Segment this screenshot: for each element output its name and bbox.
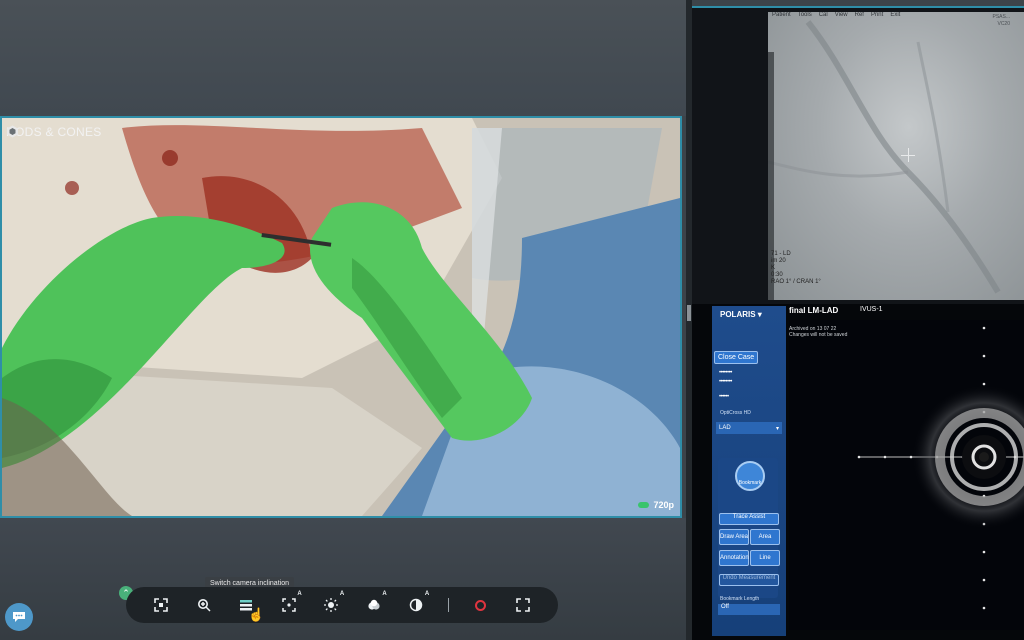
chevron-down-icon: ▾ xyxy=(775,425,779,432)
toolbar-separator xyxy=(447,598,449,612)
undo-measurement-button[interactable]: Undo Measurement xyxy=(719,574,779,586)
bookmark-length-select[interactable]: Off xyxy=(718,604,780,615)
focus-icon[interactable] xyxy=(150,594,172,616)
ivus-cross-section[interactable] xyxy=(789,320,1024,630)
area-button[interactable]: Area xyxy=(750,529,780,545)
run-name[interactable]: final LM-LAD xyxy=(789,306,838,315)
fullscreen-icon[interactable] xyxy=(512,594,534,616)
archived-warning: Changes will not be saved xyxy=(789,332,848,338)
ivus-sidebar: POLARIS ▾ Close Case •••••••• •••••••• •… xyxy=(712,306,786,636)
brand-label: RODS & CONES xyxy=(6,125,102,139)
camera-control-toolbar: A A A A xyxy=(126,587,558,623)
angio-overlay-line: im 20 xyxy=(771,258,786,264)
angiography-image[interactable]: Patient Tools Cal View Ref Print Exit PS… xyxy=(768,12,1024,300)
angio-menu-view[interactable]: View xyxy=(835,12,848,18)
surgical-scene xyxy=(2,118,680,516)
resolution-badge: 720p xyxy=(638,500,674,510)
patient-name-masked: •••••••• xyxy=(719,370,732,376)
trace-assist-button[interactable]: Trace Assist xyxy=(719,513,779,525)
angio-overlay-line: K xyxy=(771,265,776,271)
angio-overlay-info: 71 - LD im 20 K 0:30 RAO 1° / CRAN 1° xyxy=(771,251,821,286)
bookmark-label: Bookmark xyxy=(738,480,762,486)
hand-cursor-icon: ☝ xyxy=(248,607,265,622)
line-button[interactable]: Line xyxy=(750,550,780,566)
product-name: POLARIS xyxy=(720,310,756,319)
angio-menu-tools[interactable]: Tools xyxy=(798,12,812,18)
divider-handle[interactable] xyxy=(687,305,691,321)
angio-menu-exit[interactable]: Exit xyxy=(890,12,900,18)
zoom-icon[interactable] xyxy=(193,594,215,616)
patient-id-masked: •••••••• xyxy=(719,379,732,385)
bookmark-length-label: Bookmark Length xyxy=(720,596,760,602)
bookmark-button[interactable]: Bookmark xyxy=(735,461,765,491)
hexagon-logo-icon xyxy=(7,125,18,138)
video-top-area xyxy=(0,0,686,116)
angio-menu-bar: Patient Tools Cal View Ref Print Exit xyxy=(772,12,900,18)
contrast-icon[interactable]: A xyxy=(405,591,429,616)
white-balance-icon[interactable]: A xyxy=(363,591,387,616)
angio-overlay-line: RAO 1° / CRAN 1° xyxy=(771,279,821,285)
patient-dob-masked: •••••• xyxy=(719,394,729,400)
brand-name: RODS & CONES xyxy=(6,125,102,139)
angio-header-line: VC20 xyxy=(997,21,1010,27)
bookmark-length-value: Off xyxy=(721,604,729,610)
chat-icon[interactable] xyxy=(5,603,33,631)
angio-menu-print[interactable]: Print xyxy=(871,12,883,18)
autofocus-icon[interactable]: A xyxy=(278,591,302,616)
angio-menu-ref[interactable]: Ref xyxy=(855,12,864,18)
resolution-label: 720p xyxy=(653,500,674,510)
angio-header-line: PSAS... xyxy=(992,14,1010,20)
angio-menu-patient[interactable]: Patient xyxy=(772,12,791,18)
draw-area-button[interactable]: Draw Area xyxy=(719,529,749,545)
vessel-select[interactable]: LAD ▾ xyxy=(716,422,782,434)
angio-overlay-line: 71 - LD xyxy=(771,251,791,257)
angio-header-info: PSAS... VC20 xyxy=(992,14,1010,28)
product-title[interactable]: POLARIS ▾ xyxy=(720,310,762,319)
record-icon[interactable] xyxy=(469,594,491,616)
vessel-value: LAD xyxy=(719,425,731,431)
angio-menu-cal[interactable]: Cal xyxy=(819,12,828,18)
surgical-video-feed[interactable]: RODS & CONES 720p xyxy=(0,116,682,518)
signal-icon xyxy=(638,502,650,508)
run-id[interactable]: IVUS-1 xyxy=(860,306,883,313)
catheter-label: OptiCross HD xyxy=(720,410,751,416)
archived-notice: Archived on 13 07 22 Changes will not be… xyxy=(789,326,847,338)
annotation-button[interactable]: Annotation xyxy=(719,550,749,566)
crosshair-icon xyxy=(908,148,909,162)
angio-overlay-line: 0:30 xyxy=(771,272,783,278)
brightness-icon[interactable]: A xyxy=(320,591,344,616)
close-case-button[interactable]: Close Case xyxy=(714,351,759,364)
